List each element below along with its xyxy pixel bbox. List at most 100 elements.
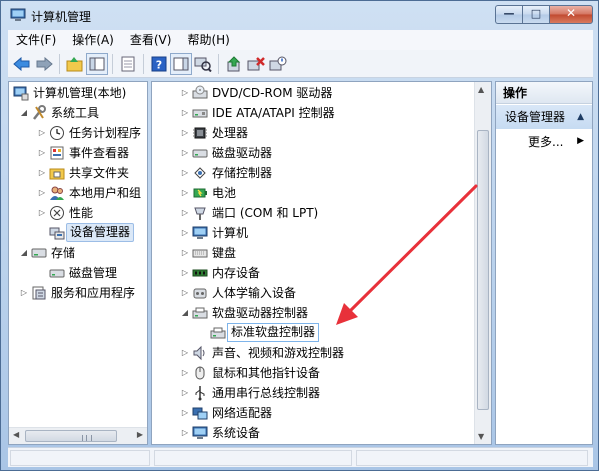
console-tree-item[interactable]: ◢ 系统工具 (9, 103, 147, 123)
console-tree-item[interactable]: ◢ 存储 (9, 243, 147, 263)
device-category[interactable]: 标准软盘控制器 (152, 323, 474, 343)
actions-section-label: 设备管理器 (505, 110, 566, 124)
expand-icon[interactable]: ▷ (180, 223, 190, 243)
expand-icon[interactable]: ▷ (19, 283, 29, 303)
actions-pane: 操作 设备管理器 ▲ 更多... ▶ (495, 81, 593, 445)
title-bar[interactable]: 计算机管理 — □ ✕ (1, 1, 598, 29)
scrollbar-thumb[interactable] (25, 430, 117, 442)
device-category[interactable]: ▷ 声音、视频和游戏控制器 (152, 343, 474, 363)
expand-icon[interactable]: ▷ (180, 283, 190, 303)
expand-icon[interactable]: ▷ (180, 143, 190, 163)
device-category[interactable]: ▷ 处理器 (152, 123, 474, 143)
expand-icon[interactable]: ▷ (180, 343, 190, 363)
expand-icon[interactable]: ▷ (180, 83, 190, 103)
up-folder-icon[interactable] (64, 53, 86, 75)
expand-icon[interactable]: ▷ (180, 383, 190, 403)
submenu-arrow-icon[interactable]: ▶ (577, 136, 584, 146)
expand-icon[interactable]: ▷ (180, 123, 190, 143)
console-tree-item[interactable]: ▷ 任务计划程序 (9, 123, 147, 143)
help-icon[interactable]: ? (148, 53, 170, 75)
scan-hardware-icon[interactable] (192, 53, 214, 75)
device-category[interactable]: ▷ 内存设备 (152, 263, 474, 283)
back-arrow-icon[interactable] (11, 53, 33, 75)
services-apps-icon (31, 285, 47, 301)
minimize-button[interactable]: — (495, 5, 522, 24)
device-category[interactable]: ▷ 磁盘驱动器 (152, 143, 474, 163)
expand-icon[interactable]: ▷ (180, 403, 190, 423)
show-hide-icon[interactable] (170, 52, 192, 75)
status-cell (356, 450, 588, 466)
expand-icon[interactable]: ▷ (37, 163, 47, 183)
actions-header: 操作 (496, 82, 592, 104)
expand-icon[interactable]: ▷ (180, 103, 190, 123)
usb-icon (192, 385, 208, 401)
device-category[interactable]: ▷ 通用串行总线控制器 (152, 383, 474, 403)
console-tree-item[interactable]: 计算机管理(本地) (9, 83, 147, 103)
shared-folders-icon (49, 165, 65, 181)
console-tree-item[interactable]: 设备管理器 (9, 223, 147, 243)
uninstall-icon[interactable] (245, 53, 267, 75)
console-tree-item[interactable]: ▷ 性能 (9, 203, 147, 223)
device-category[interactable]: ▷ 键盘 (152, 243, 474, 263)
collapse-icon[interactable]: ◢ (19, 243, 29, 263)
update-driver-icon[interactable] (223, 53, 245, 75)
horizontal-scrollbar[interactable]: ◀ ▶ (9, 427, 147, 444)
collapse-icon[interactable]: ◢ (180, 303, 190, 323)
expand-icon[interactable]: ▷ (180, 203, 190, 223)
close-button[interactable]: ✕ (549, 5, 593, 24)
device-category[interactable]: ▷ 系统设备 (152, 423, 474, 443)
device-label: 电池 (212, 186, 237, 200)
scroll-down-icon[interactable]: ▼ (478, 432, 484, 441)
maximize-icon: □ (530, 7, 542, 20)
console-tree-icon[interactable] (86, 52, 108, 75)
actions-section-device-manager[interactable]: 设备管理器 ▲ (496, 105, 592, 129)
device-category[interactable]: ▷ 电池 (152, 183, 474, 203)
console-tree-item[interactable]: 磁盘管理 (9, 263, 147, 283)
expand-icon[interactable]: ▷ (37, 183, 47, 203)
console-tree-item[interactable]: ▷ 服务和应用程序 (9, 283, 147, 303)
collapse-icon[interactable]: ◢ (19, 103, 29, 123)
console-tree-item[interactable]: ▷ 共享文件夹 (9, 163, 147, 183)
scroll-left-icon[interactable]: ◀ (13, 430, 19, 439)
device-category[interactable]: ▷ 存储控制器 (152, 163, 474, 183)
expand-icon[interactable]: ▷ (180, 423, 190, 443)
collapse-icon[interactable]: ▲ (577, 105, 584, 129)
device-category[interactable]: ▷ 网络适配器 (152, 403, 474, 423)
device-category[interactable]: ▷ DVD/CD-ROM 驱动器 (152, 83, 474, 103)
device-category[interactable]: ▷ 人体学输入设备 (152, 283, 474, 303)
scrollbar-thumb[interactable] (477, 130, 489, 410)
expand-icon[interactable]: ▷ (37, 123, 47, 143)
expand-icon[interactable]: ▷ (180, 163, 190, 183)
expand-icon[interactable]: ▷ (180, 363, 190, 383)
menu-view[interactable]: 查看(V) (122, 30, 180, 50)
device-category[interactable]: ▷ 端口 (COM 和 LPT) (152, 203, 474, 223)
disable-icon[interactable] (267, 53, 289, 75)
device-label: 声音、视频和游戏控制器 (212, 346, 345, 360)
device-category[interactable]: ▷ 计算机 (152, 223, 474, 243)
maximize-button[interactable]: □ (522, 5, 549, 24)
scroll-right-icon[interactable]: ▶ (137, 430, 143, 439)
menu-help[interactable]: 帮助(H) (179, 30, 237, 50)
console-tree-item[interactable]: ▷ 本地用户和组 (9, 183, 147, 203)
vertical-scrollbar[interactable]: ▲ ▼ (474, 82, 491, 444)
device-category[interactable]: ▷ 鼠标和其他指针设备 (152, 363, 474, 383)
expand-icon[interactable]: ▷ (180, 243, 190, 263)
expand-icon[interactable]: ▷ (180, 263, 190, 283)
forward-arrow-icon[interactable] (33, 53, 55, 75)
keyboard-icon (192, 245, 208, 261)
expand-icon[interactable]: ▷ (180, 183, 190, 203)
toolbar-separator (59, 53, 60, 74)
menu-file[interactable]: 文件(F) (8, 30, 64, 50)
console-tree-item-label: 本地用户和组 (69, 186, 142, 200)
properties-icon[interactable] (117, 53, 139, 75)
menu-action[interactable]: 操作(A) (64, 30, 122, 50)
console-tree-item[interactable]: ▷ 事件查看器 (9, 143, 147, 163)
device-label: DVD/CD-ROM 驱动器 (212, 86, 333, 100)
expand-icon[interactable]: ▷ (37, 143, 47, 163)
expand-icon[interactable]: ▷ (37, 203, 47, 223)
more-actions-link[interactable]: 更多... (528, 132, 563, 152)
event-viewer-icon (49, 145, 65, 161)
device-category[interactable]: ◢ 软盘驱动器控制器 (152, 303, 474, 323)
scroll-up-icon[interactable]: ▲ (478, 85, 484, 94)
device-category[interactable]: ▷ IDE ATA/ATAPI 控制器 (152, 103, 474, 123)
